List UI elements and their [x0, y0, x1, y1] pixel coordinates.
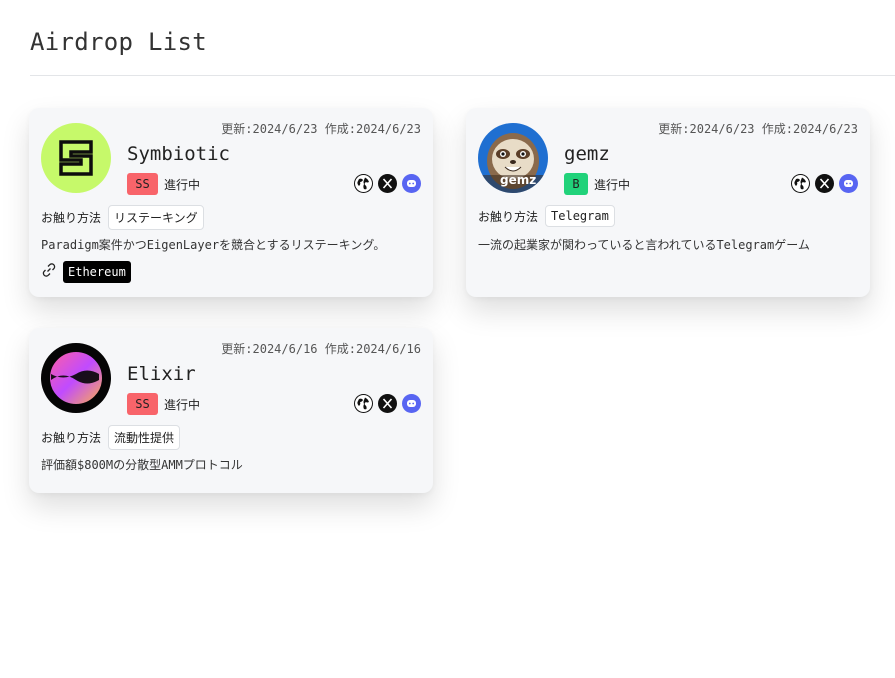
badge-row: SS 進行中	[127, 393, 200, 415]
card-dates: 更新:2024/6/23 作成:2024/6/23	[221, 120, 421, 137]
updated-date: 更新:2024/6/23	[658, 122, 755, 136]
x-icon[interactable]	[378, 394, 397, 413]
airdrop-card-symbiotic[interactable]: 更新:2024/6/23 作成:2024/6/23 Symbiotic SS 進…	[29, 108, 433, 297]
social-links	[354, 174, 421, 193]
status-text: 進行中	[164, 177, 201, 192]
airdrop-card-gemz[interactable]: 更新:2024/6/23 作成:2024/6/23 gemz gemz B 進行…	[466, 108, 870, 297]
method-row: お触り方法 Telegram	[478, 205, 615, 227]
grade-badge: SS	[127, 393, 158, 415]
x-icon[interactable]	[815, 174, 834, 193]
badge-row: B 進行中	[564, 173, 630, 195]
globe-icon[interactable]	[354, 394, 373, 413]
page-title: Airdrop List	[30, 28, 207, 56]
project-name[interactable]: Symbiotic	[127, 143, 230, 165]
airdrop-card-elixir[interactable]: 更新:2024/6/16 作成:2024/6/16 Elixir SS 進行中 …	[29, 328, 433, 493]
method-label: お触り方法	[41, 211, 102, 225]
globe-icon[interactable]	[354, 174, 373, 193]
updated-date: 更新:2024/6/23	[221, 122, 318, 136]
chain-chip[interactable]: Ethereum	[63, 261, 131, 283]
project-description: Paradigm案件かつEigenLayerを競合とするリステーキング。	[41, 238, 386, 252]
method-label: お触り方法	[478, 209, 539, 224]
grade-badge: B	[564, 173, 588, 195]
created-date: 作成:2024/6/16	[324, 342, 421, 356]
updated-date: 更新:2024/6/16	[221, 342, 318, 356]
title-divider	[30, 75, 895, 76]
project-name[interactable]: gemz	[564, 143, 610, 165]
social-links	[354, 394, 421, 413]
social-links	[791, 174, 858, 193]
link-icon	[41, 262, 57, 282]
project-name[interactable]: Elixir	[127, 363, 196, 385]
method-tag: Telegram	[545, 205, 615, 227]
chain-row: Ethereum	[41, 261, 131, 283]
gemz-sloth-logo: gemz	[478, 123, 548, 193]
method-tag: 流動性提供	[108, 425, 181, 450]
status-text: 進行中	[594, 177, 631, 192]
method-label: お触り方法	[41, 431, 102, 445]
elixir-logo	[41, 343, 111, 413]
gemz-logo-text: gemz	[500, 173, 537, 187]
card-dates: 更新:2024/6/23 作成:2024/6/23	[658, 120, 858, 137]
method-row: お触り方法 リステーキング	[41, 205, 204, 230]
status-text: 進行中	[164, 397, 201, 412]
created-date: 作成:2024/6/23	[324, 122, 421, 136]
created-date: 作成:2024/6/23	[761, 122, 858, 136]
method-row: お触り方法 流動性提供	[41, 425, 181, 450]
card-dates: 更新:2024/6/16 作成:2024/6/16	[221, 340, 421, 357]
badge-row: SS 進行中	[127, 173, 200, 195]
globe-icon[interactable]	[791, 174, 810, 193]
project-description: 一流の起業家が関わっていると言われているTelegramゲーム	[478, 238, 810, 252]
x-icon[interactable]	[378, 174, 397, 193]
grade-badge: SS	[127, 173, 158, 195]
discord-icon[interactable]	[402, 174, 421, 193]
method-tag: リステーキング	[108, 205, 204, 230]
symbiotic-logo	[41, 123, 111, 193]
discord-icon[interactable]	[839, 174, 858, 193]
discord-icon[interactable]	[402, 394, 421, 413]
project-description: 評価額$800Mの分散型AMMプロトコル	[41, 458, 243, 472]
